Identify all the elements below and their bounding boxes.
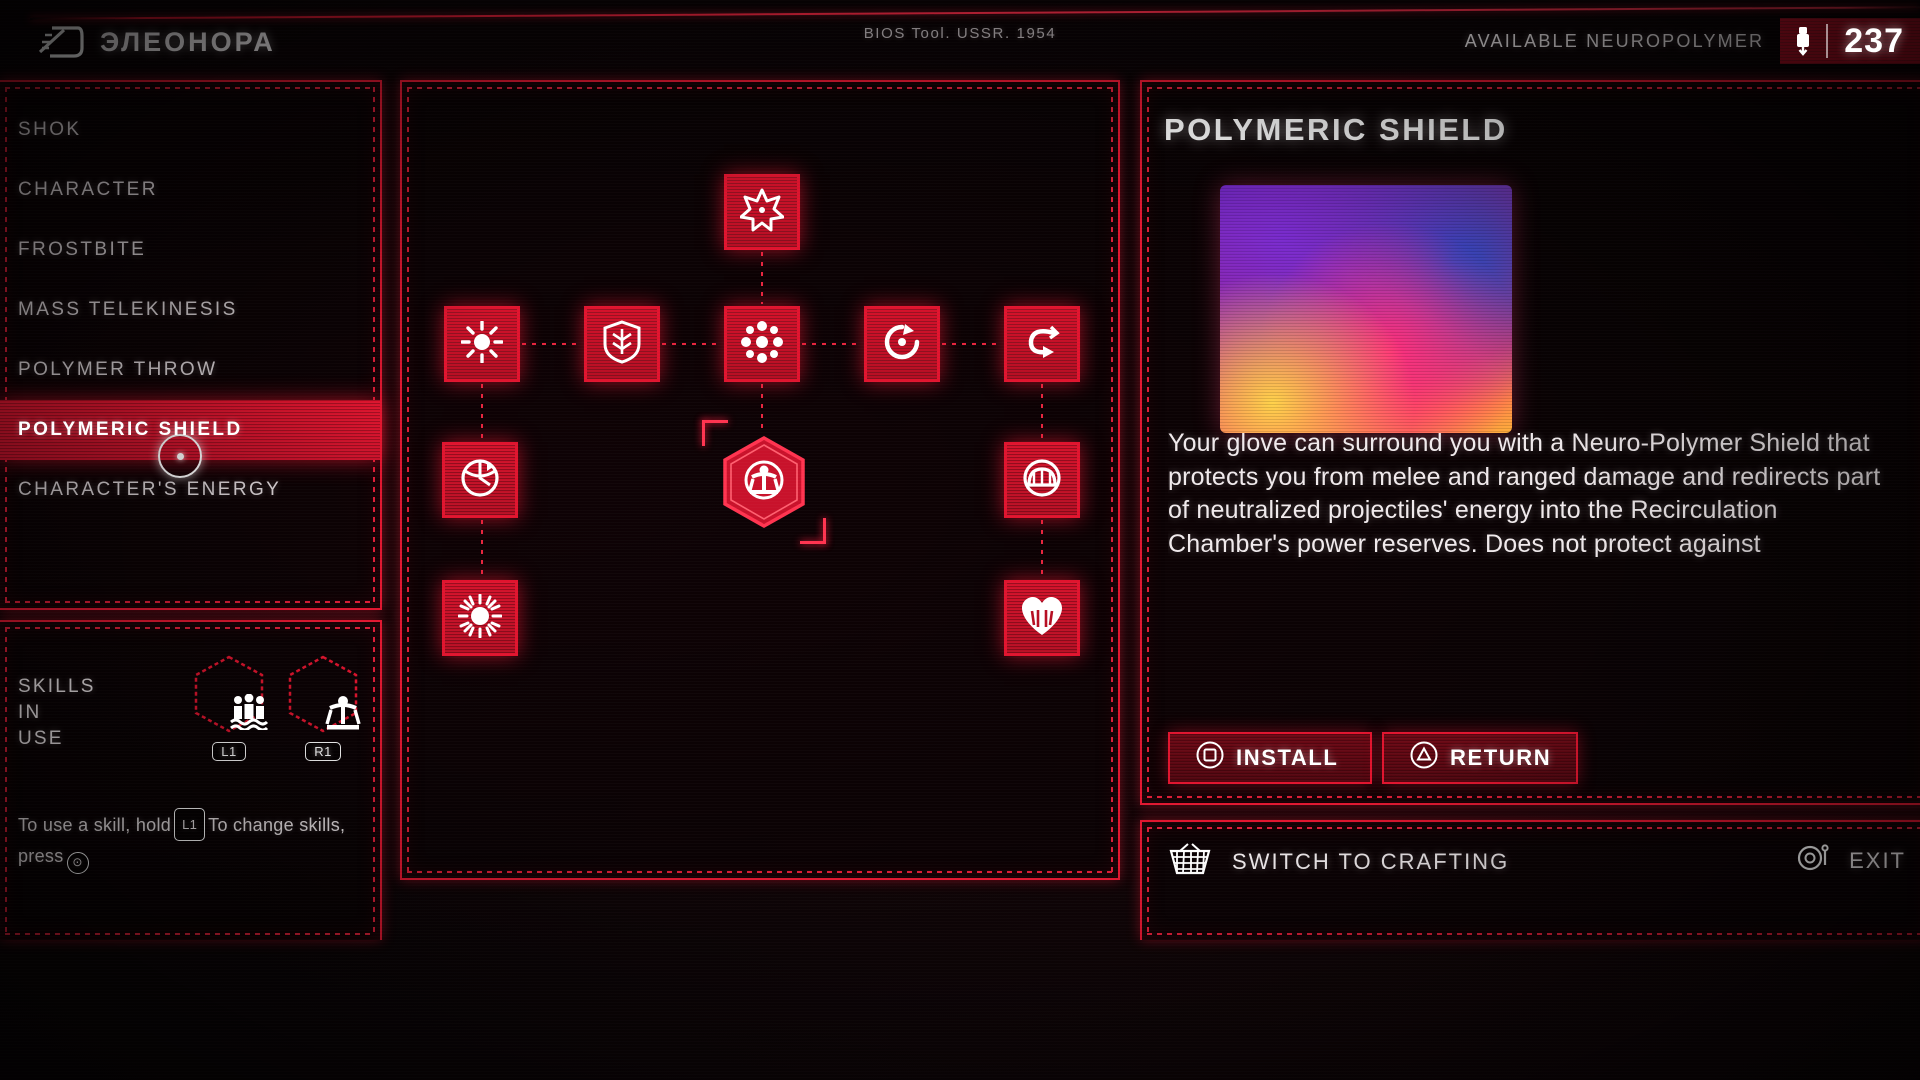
hint-key-stick: ⊙ bbox=[66, 851, 89, 874]
switch-to-crafting-button[interactable]: SWITCH TO CRAFTING bbox=[1168, 842, 1509, 881]
sidebar-item-mass-telekinesis[interactable]: MASS TELEKINESIS bbox=[0, 280, 380, 340]
connector-top-mid bbox=[761, 252, 763, 304]
sidebar-item-character[interactable]: CHARACTER bbox=[0, 160, 380, 220]
skill-description: Your glove can surround you with a Neuro… bbox=[1168, 429, 1881, 558]
skills-in-use-panel: SKILLS IN USE L1 R1 To use a skill, hold… bbox=[0, 620, 382, 940]
skill-node-deflect-globe[interactable] bbox=[442, 442, 518, 518]
skill-tree-panel bbox=[400, 80, 1120, 880]
skill-node-sun-flare[interactable] bbox=[444, 306, 520, 382]
exit-label: EXIT bbox=[1849, 848, 1906, 873]
skill-node-ricochet[interactable] bbox=[864, 306, 940, 382]
return-button[interactable]: RETURN bbox=[1382, 732, 1578, 784]
skill-tree-screen: ЭЛЕОНОРА BIOS Tool. USSR. 1954 AVAILABLE… bbox=[0, 0, 1920, 1080]
install-button-label: INSTALL bbox=[1236, 745, 1339, 770]
triangle-button-icon bbox=[1410, 741, 1438, 775]
shield-figure-icon bbox=[742, 458, 786, 507]
swirl-arrow-icon bbox=[1021, 321, 1063, 368]
return-button-label: RETURN bbox=[1450, 745, 1552, 770]
sidebar-item-label: FROSTBITE bbox=[18, 239, 147, 260]
detail-panel: POLYMERIC SHIELD Your glove can surround… bbox=[1140, 80, 1920, 805]
crowd-wave-icon bbox=[193, 654, 269, 734]
sidebar-item-label: SHOK bbox=[18, 119, 82, 140]
header-bar: ЭЛЕОНОРА BIOS Tool. USSR. 1954 AVAILABLE… bbox=[0, 0, 1920, 84]
connector-right-col-upper bbox=[1041, 384, 1043, 440]
dome-shield-icon bbox=[1021, 457, 1063, 504]
controls-hint: To use a skill, hold L1 To change skills, … bbox=[18, 808, 368, 874]
skills-label-line-2: IN bbox=[18, 702, 42, 723]
cursor-dot bbox=[176, 452, 184, 460]
connector-row2-3-4 bbox=[802, 343, 862, 345]
action-buttons: INSTALL RETURN bbox=[1168, 732, 1578, 784]
connector-row2-4-5 bbox=[942, 343, 1002, 345]
connector-mid-col bbox=[761, 384, 763, 434]
bottom-bar: SWITCH TO CRAFTING EXIT bbox=[1140, 820, 1920, 940]
skill-node-shield-figure[interactable] bbox=[720, 434, 808, 530]
skill-node-snowflake-node[interactable] bbox=[724, 306, 800, 382]
skill-tree-canvas[interactable] bbox=[402, 82, 1118, 878]
switch-to-crafting-label: SWITCH TO CRAFTING bbox=[1232, 848, 1510, 874]
skill-node-heart-shield[interactable] bbox=[1004, 580, 1080, 656]
skill-node-radiant-sun[interactable] bbox=[442, 580, 518, 656]
skill-slot-list: L1 R1 bbox=[192, 654, 361, 761]
skill-node-star-burst[interactable] bbox=[724, 174, 800, 250]
skills-label-line-1: SKILLS bbox=[18, 676, 96, 697]
skill-slot-r1-button: R1 bbox=[305, 742, 341, 761]
radiant-sun-icon bbox=[457, 593, 503, 643]
skill-slot-l1[interactable]: L1 bbox=[192, 654, 269, 761]
skill-node-dome-shield[interactable] bbox=[1004, 442, 1080, 518]
sidebar-item-label: MASS TELEKINESIS bbox=[18, 299, 238, 320]
connector-row2-2-3 bbox=[662, 343, 722, 345]
sidebar-item-polymer-throw[interactable]: POLYMER THROW bbox=[0, 340, 380, 400]
neuropolymer-amount: 237 bbox=[1844, 21, 1904, 60]
neuropolymer-label: AVAILABLE NEUROPOLYMER bbox=[1464, 30, 1765, 51]
sidebar-item-label: POLYMERIC SHIELD bbox=[18, 419, 243, 440]
hint-key-l1: L1 bbox=[174, 808, 206, 841]
exit-button[interactable]: EXIT bbox=[1797, 842, 1906, 880]
install-button[interactable]: INSTALL bbox=[1168, 732, 1372, 784]
skill-preview-image bbox=[1220, 185, 1512, 433]
vial-icon bbox=[1780, 26, 1826, 56]
page-title: POLYMERIC SHIELD bbox=[1164, 112, 1508, 147]
connector-right-col-lower bbox=[1041, 520, 1043, 578]
skill-slot-l1-button: L1 bbox=[212, 742, 246, 761]
neuropolymer-counter: AVAILABLE NEUROPOLYMER 237 bbox=[1465, 18, 1920, 64]
skill-node-swirl-arrow[interactable] bbox=[1004, 306, 1080, 382]
connector-left-col-upper bbox=[481, 384, 483, 440]
skills-in-use-label: SKILLS IN USE bbox=[18, 674, 96, 752]
sidebar-item-shok[interactable]: SHOK bbox=[0, 100, 380, 160]
skill-node-shield-crest[interactable] bbox=[584, 306, 660, 382]
skills-label-line-3: USE bbox=[18, 728, 64, 749]
shield-crest-icon bbox=[603, 319, 641, 369]
sidebar-item-label: CHARACTER bbox=[18, 179, 158, 200]
sidebar-item-label: POLYMER THROW bbox=[18, 359, 218, 380]
skill-slot-r1[interactable]: R1 bbox=[286, 654, 361, 761]
snowflake-node-icon bbox=[740, 320, 784, 369]
sidebar-item-label: CHARACTER'S ENERGY bbox=[18, 479, 282, 500]
ricochet-icon bbox=[881, 321, 923, 368]
sidebar-panel: SHOK CHARACTER FROSTBITE MASS TELEKINESIS PO… bbox=[0, 80, 382, 610]
sidebar-item-frostbite[interactable]: FROSTBITE bbox=[0, 220, 380, 280]
shield-figure-icon bbox=[287, 654, 361, 734]
sun-flare-icon bbox=[460, 319, 504, 368]
connector-row2-1-2 bbox=[522, 343, 582, 345]
heart-shield-icon bbox=[1019, 595, 1065, 642]
connector-left-col-lower bbox=[481, 520, 483, 578]
hint-text-1: To use a skill, hold bbox=[18, 815, 172, 835]
crafting-grid-icon bbox=[1168, 842, 1212, 881]
stick-button-icon bbox=[1797, 842, 1837, 880]
square-button-icon bbox=[1196, 741, 1224, 775]
deflect-globe-icon bbox=[459, 457, 501, 504]
neuropolymer-value-box: 237 bbox=[1780, 18, 1920, 64]
star-burst-icon bbox=[739, 188, 785, 237]
